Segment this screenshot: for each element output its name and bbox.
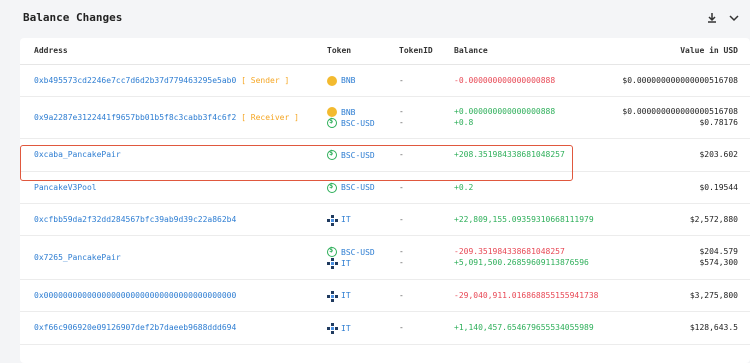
balance-value: +0.000000000000000888 (454, 107, 556, 116)
usd-value: $0.19544 (699, 182, 738, 192)
token-label: IT (341, 215, 351, 224)
token-label: BNB (341, 76, 356, 85)
token-label: IT (341, 258, 351, 268)
balance-value: -0.000000000000000888 (454, 75, 556, 85)
token-label: BSC-USD (341, 118, 375, 128)
token-link[interactable]: IT (327, 214, 351, 226)
highlight-box (20, 145, 573, 181)
token-link[interactable]: BSC-USD (327, 182, 375, 193)
address-link[interactable]: 0xcfbb59da2f32dd284567bfc39ab9d39c22a862… (34, 215, 236, 224)
balance-value: -209.351984338681048257 (454, 247, 565, 256)
balance-value: +1,140,457.654679655534055989 (454, 323, 594, 332)
col-address: Address (34, 46, 68, 55)
balance-value: +0.8 (454, 118, 474, 127)
token-id: - (399, 118, 404, 127)
token-label: BSC-USD (341, 183, 375, 192)
token-label: BNB (341, 107, 356, 117)
download-icon[interactable] (706, 12, 718, 24)
table-row: 0xf66c906920e09126907def2b7daeeb9688ddd6… (20, 312, 750, 345)
token-label: IT (341, 291, 351, 300)
bsc-usd-icon (327, 246, 337, 257)
token-id: - (399, 214, 404, 224)
address-link[interactable]: 0x7265_PancakePair (34, 253, 121, 262)
token-id: - (399, 247, 404, 256)
col-value: Value in USD (680, 46, 738, 55)
token-label: IT (341, 323, 351, 333)
table-header: Address Token TokenID Balance Value in U… (20, 38, 750, 65)
token-id: - (399, 323, 404, 332)
it-token-icon (327, 258, 338, 269)
address-link[interactable]: 0xb495573cd2246e7cc7d6d2b37d779463295e5a… (34, 76, 289, 85)
balance-table: Address Token TokenID Balance Value in U… (20, 38, 750, 363)
usd-value: $574,300 (699, 258, 738, 267)
role-tag: [ Receiver ] (236, 112, 299, 122)
bsc-usd-icon (327, 117, 337, 128)
balance-value: +5,091,500.26859609113876596 (454, 258, 589, 267)
usd-value: $0.000000000000000516708 (622, 107, 738, 116)
table-row: 0x7265_PancakePair BSC-USD - -209.351984338… (20, 236, 750, 280)
col-balance: Balance (454, 46, 488, 55)
bnb-icon (327, 107, 337, 117)
address-link[interactable]: 0xf66c906920e09126907def2b7daeeb9688ddd6… (34, 323, 236, 332)
col-token: Token (327, 46, 352, 55)
balance-value: +22,809,155.09359310668111979 (454, 214, 594, 224)
balance-value: -29,040,911.016868855155941738 (454, 290, 599, 300)
token-link[interactable]: IT (327, 323, 351, 334)
table-row: 0x9a2287e3122441f9657bb01b5f8c3cabb3f4c6… (20, 97, 750, 139)
usd-value: $128,643.5 (689, 323, 738, 332)
panel-header: Balance Changes (10, 0, 750, 36)
token-link[interactable]: BNB (327, 107, 355, 117)
table-row: 0x00000000000000000000000000000000000000… (20, 280, 750, 312)
token-id: - (399, 258, 404, 267)
balance-value: +0.2 (454, 182, 474, 192)
table-row: 0xb495573cd2246e7cc7d6d2b37d779463295e5a… (20, 65, 750, 97)
usd-value: $0.78176 (699, 118, 738, 127)
it-token-icon (327, 214, 338, 226)
bnb-icon (327, 75, 337, 86)
token-id: - (399, 290, 404, 300)
token-id: - (399, 75, 404, 85)
token-link[interactable]: BNB (327, 75, 356, 86)
expand-icon[interactable] (728, 12, 740, 24)
token-link[interactable]: IT (327, 290, 351, 302)
address-link[interactable]: PancakeV3Pool (34, 183, 97, 192)
token-label: BSC-USD (341, 247, 375, 257)
it-token-icon (327, 323, 338, 334)
balance-changes-panel: Balance Changes Address Token TokenID Ba… (10, 0, 750, 363)
token-link[interactable]: IT (327, 258, 351, 269)
role-tag: [ Sender ] (236, 75, 290, 85)
it-token-icon (327, 290, 338, 302)
usd-value: $203.602 (699, 150, 738, 159)
usd-value: $2,572,880 (689, 214, 738, 224)
usd-value: $204.579 (699, 247, 738, 256)
address-link[interactable]: 0x9a2287e3122441f9657bb01b5f8c3cabb3f4c6… (34, 113, 299, 122)
usd-value: $0.000000000000000516708 (622, 75, 738, 85)
address-link[interactable]: 0x00000000000000000000000000000000000000… (34, 291, 236, 300)
token-link[interactable]: BSC-USD (327, 246, 375, 257)
token-id: - (399, 107, 404, 116)
col-tokenid: TokenID (399, 46, 433, 55)
bsc-usd-icon (327, 182, 337, 193)
table-row: 0xcfbb59da2f32dd284567bfc39ab9d39c22a862… (20, 204, 750, 236)
token-id: - (399, 182, 404, 192)
page-title: Balance Changes (23, 11, 123, 24)
usd-value: $3,275,800 (689, 290, 738, 300)
token-link[interactable]: BSC-USD (327, 117, 375, 128)
